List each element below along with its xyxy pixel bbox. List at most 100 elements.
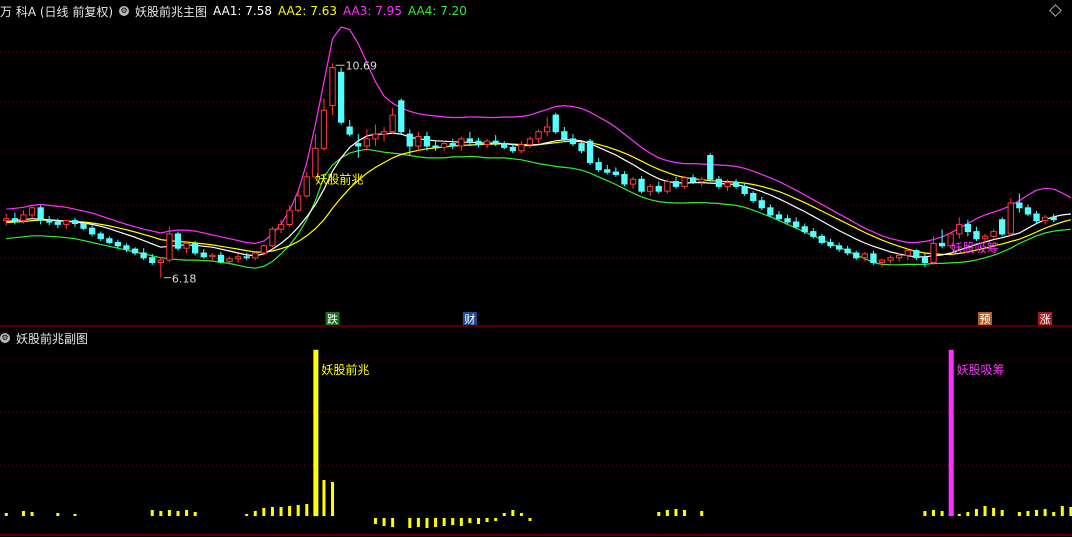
sub-bar	[485, 518, 489, 522]
candle-body	[896, 254, 903, 259]
candle-body	[586, 140, 594, 164]
sub-bar	[73, 514, 77, 516]
candle-body	[338, 71, 345, 123]
candle-body	[226, 258, 233, 263]
sub-bar	[1000, 510, 1004, 516]
candle-body	[71, 220, 79, 225]
sub-bar	[1035, 510, 1039, 516]
sub-bar	[331, 482, 335, 516]
sub-bar	[992, 508, 996, 516]
sub-bar	[296, 505, 300, 516]
sub-bar	[940, 511, 944, 516]
candle-body	[638, 178, 645, 192]
marker-label: 预	[980, 313, 991, 326]
marker-label: 涨	[1040, 313, 1051, 326]
candle-body	[131, 248, 139, 254]
candle-body	[243, 256, 250, 259]
sub-bar	[288, 506, 292, 516]
sub-bar	[468, 518, 472, 523]
candle-body	[775, 214, 783, 220]
sub-bar	[373, 518, 377, 524]
candle-body	[664, 181, 671, 192]
candle-body	[655, 185, 662, 192]
sub-bar	[425, 518, 429, 528]
sub-bar	[167, 510, 171, 516]
candle-body	[612, 171, 620, 176]
candle-body	[870, 253, 877, 263]
candle-body	[28, 207, 36, 216]
candle-body	[938, 242, 946, 247]
sub-bar	[1017, 512, 1021, 516]
candle-body	[140, 252, 147, 259]
candle-body	[1024, 207, 1032, 215]
ma2-line	[6, 140, 1072, 255]
sub-bar	[451, 518, 455, 525]
candle-body	[286, 209, 293, 225]
candle-body	[672, 181, 680, 187]
candle-body	[1033, 213, 1040, 222]
sub-bar	[1043, 509, 1047, 516]
sub-signal-label: 妖股吸筹	[957, 363, 1005, 377]
sub-bar	[4, 513, 8, 516]
sub-bar	[262, 508, 266, 516]
sub-bar	[476, 518, 480, 524]
candle-body	[724, 182, 731, 187]
sub-bar	[30, 512, 34, 516]
candle-body	[123, 245, 130, 250]
candle-body	[801, 226, 808, 233]
sub-bar	[382, 518, 386, 526]
candle-body	[526, 138, 534, 146]
candle-body	[913, 250, 920, 259]
candle-body	[681, 177, 688, 187]
sub-bar	[459, 518, 463, 526]
candle-body	[320, 109, 328, 149]
candlestick-chart[interactable]: 10.696.18妖股前兆妖股吸筹跌财预涨妖股前兆 妖股吸筹	[0, 0, 1072, 537]
candle-body	[11, 218, 18, 222]
candle-body	[89, 227, 96, 235]
candle-body	[629, 178, 637, 185]
sub-bar	[665, 510, 669, 516]
candle-body	[415, 136, 422, 147]
candle-body	[466, 138, 474, 142]
candle-body	[192, 242, 199, 254]
candle-body	[509, 146, 517, 152]
candle-body	[878, 259, 886, 264]
candle-body	[380, 131, 388, 135]
candle-body	[54, 221, 61, 225]
candle-body	[827, 242, 834, 247]
candle-body	[458, 138, 465, 147]
candle-body	[329, 67, 336, 106]
sub-bar	[528, 518, 532, 521]
candle-body	[569, 138, 577, 145]
candle-body	[818, 235, 826, 244]
candle-body	[303, 176, 310, 197]
candle-body	[1042, 216, 1049, 222]
sub-bar	[511, 510, 515, 516]
candle-body	[750, 193, 757, 202]
candle-body	[372, 133, 379, 140]
sub-bar	[700, 511, 704, 516]
sub-signal-label: 妖股前兆	[321, 362, 369, 377]
sub-bar	[657, 512, 661, 516]
candle-body	[157, 259, 164, 264]
candle-body	[355, 143, 362, 147]
sub-bar	[494, 518, 498, 521]
candle-body	[277, 223, 285, 230]
candle-body	[200, 252, 207, 258]
candle-body	[174, 233, 182, 249]
candle-body	[956, 223, 963, 235]
low-price-label: 6.18	[172, 273, 197, 286]
candle-body	[715, 178, 723, 187]
candle-body	[647, 185, 654, 192]
candle-body	[844, 248, 851, 254]
signal-label: 妖股吸筹	[951, 241, 999, 255]
candle-body	[46, 219, 53, 223]
candle-body	[552, 114, 559, 133]
sub-bar	[270, 507, 274, 516]
candle-body	[209, 254, 216, 258]
sub-bar	[391, 518, 395, 527]
sub-bar	[159, 511, 163, 516]
candle-body	[423, 136, 431, 147]
candle-body	[621, 174, 628, 185]
candle-body	[234, 256, 242, 260]
